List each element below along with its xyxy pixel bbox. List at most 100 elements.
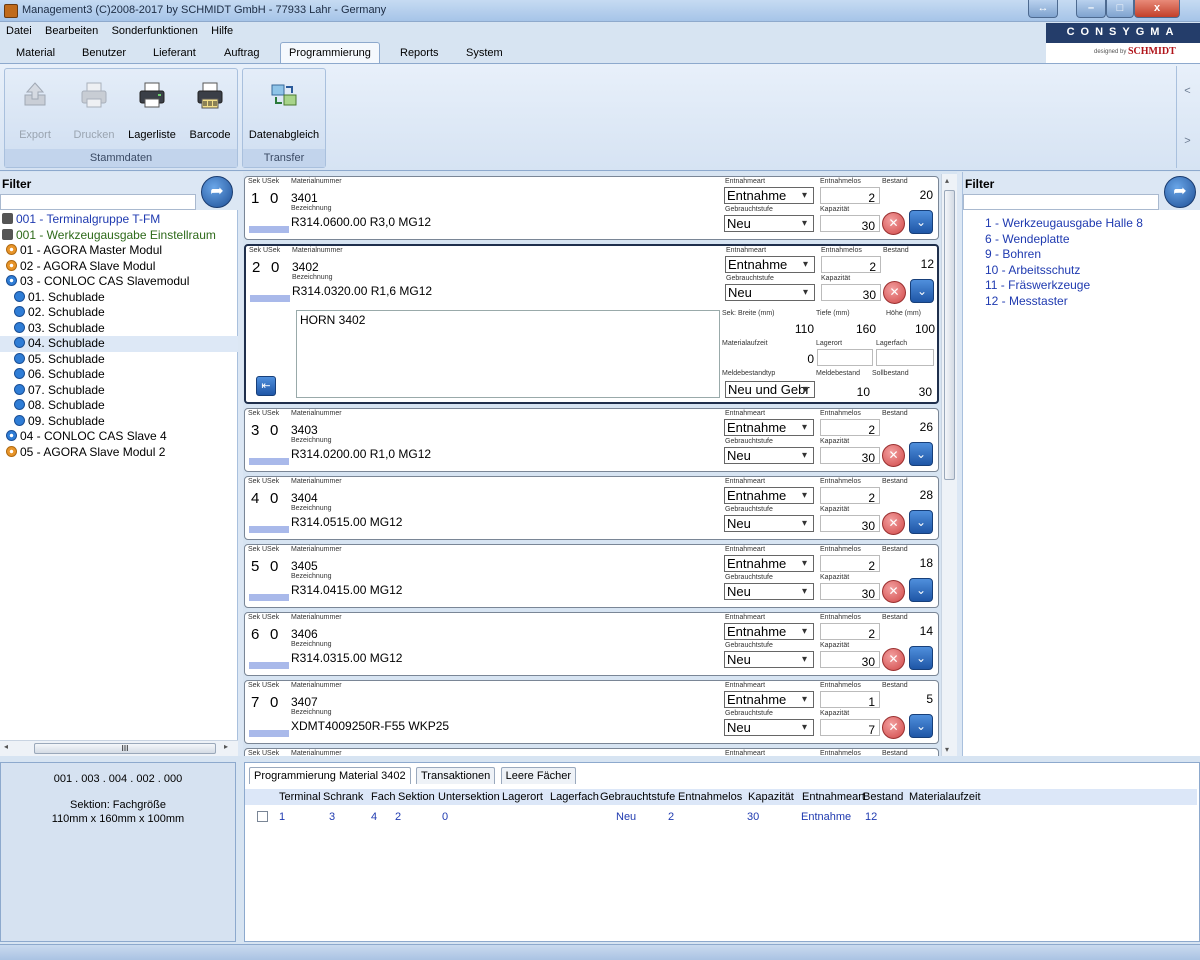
- column-header[interactable]: Fach: [371, 789, 395, 805]
- tree-node[interactable]: 04. Schublade: [0, 336, 238, 352]
- tree-node[interactable]: 03 - CONLOC CAS Slavemodul: [0, 274, 238, 290]
- gebrauchtstufe-select[interactable]: Neu: [724, 651, 814, 668]
- scroll-thumb[interactable]: III: [34, 743, 216, 754]
- expand-button[interactable]: ⌄: [909, 714, 933, 738]
- delete-button[interactable]: ✕: [882, 212, 905, 235]
- lagerliste-button[interactable]: Lagerliste: [123, 71, 181, 149]
- category-item[interactable]: 11 - Fräswerkzeuge: [985, 278, 1143, 294]
- column-header[interactable]: Untersektion: [438, 789, 500, 805]
- column-header[interactable]: Kapazität: [748, 789, 794, 805]
- expand-button[interactable]: ⌄: [909, 442, 933, 466]
- menu-sonderfunktionen[interactable]: Sonderfunktionen: [106, 23, 202, 37]
- scroll-up-arrow-icon[interactable]: ▴: [945, 176, 949, 185]
- delete-button[interactable]: ✕: [882, 444, 905, 467]
- scroll-left-arrow-icon[interactable]: ◂: [4, 742, 8, 751]
- column-header[interactable]: Sektion: [398, 789, 435, 805]
- category-item[interactable]: 10 - Arbeitsschutz: [985, 263, 1143, 279]
- material-card[interactable]: Sek USek Materialnummer Entnahmeart Entnahme…: [244, 176, 939, 240]
- close-button[interactable]: x: [1134, 0, 1180, 18]
- bezeichnung-value[interactable]: R314.0600.00 R3,0 MG12: [291, 215, 431, 229]
- column-header[interactable]: Bestand: [863, 789, 903, 805]
- bezeichnung-value[interactable]: R314.0415.00 MG12: [291, 583, 402, 597]
- bezeichnung-value[interactable]: R314.0315.00 MG12: [291, 651, 402, 665]
- expand-button[interactable]: ⌄: [909, 210, 933, 234]
- left-filter-go-button[interactable]: ➦: [201, 176, 233, 208]
- tree-node[interactable]: 001 - Terminalgruppe T-FM: [0, 212, 238, 228]
- entnahmeart-select[interactable]: Entnahme: [724, 419, 814, 436]
- tab-benutzer[interactable]: Benutzer: [74, 45, 134, 61]
- tree-node[interactable]: 001 - Werkzeugausgabe Einstellraum: [0, 228, 238, 244]
- tree-node[interactable]: 01 - AGORA Master Modul: [0, 243, 238, 259]
- entnahmeart-select[interactable]: Entnahme: [724, 623, 814, 640]
- sollbestand-value[interactable]: 30: [880, 385, 932, 399]
- tab-material[interactable]: Material: [8, 45, 63, 61]
- scroll-thumb[interactable]: [944, 190, 955, 480]
- ribbon-scroll-left[interactable]: <: [1177, 66, 1198, 116]
- menu-hilfe[interactable]: Hilfe: [205, 23, 237, 37]
- tree-node[interactable]: 02. Schublade: [0, 305, 238, 321]
- gebrauchtstufe-select[interactable]: Neu: [724, 719, 814, 736]
- column-header[interactable]: Gebrauchtstufe: [600, 789, 675, 805]
- hoehe-value[interactable]: 100: [886, 322, 935, 336]
- lagerort-field[interactable]: [817, 349, 873, 366]
- tree-node[interactable]: 03. Schublade: [0, 321, 238, 337]
- gebrauchtstufe-select[interactable]: Neu: [724, 583, 814, 600]
- materialnummer-value[interactable]: 3401: [291, 191, 318, 205]
- entnahmeart-select[interactable]: Entnahme: [724, 691, 814, 708]
- entnahmeart-select[interactable]: Entnahme: [725, 256, 815, 273]
- bezeichnung-value[interactable]: R314.0200.00 R1,0 MG12: [291, 447, 431, 461]
- material-card[interactable]: Sek USek Materialnummer Entnahmeart Entnahme…: [244, 244, 939, 404]
- maximize-button[interactable]: □: [1106, 0, 1134, 18]
- category-item[interactable]: 9 - Bohren: [985, 247, 1143, 263]
- material-card[interactable]: Sek USek Materialnummer Entnahmeart Entnahme…: [244, 476, 939, 540]
- collapse-button[interactable]: ⇤: [256, 376, 276, 396]
- expand-button[interactable]: ⌄: [909, 646, 933, 670]
- materialaufzeit-value[interactable]: 0: [766, 352, 814, 366]
- menu-bearbeiten[interactable]: Bearbeiten: [39, 23, 102, 37]
- expand-button[interactable]: ⌄: [909, 578, 933, 602]
- materialnummer-value[interactable]: 3402: [292, 260, 319, 274]
- tab-auftrag[interactable]: Auftrag: [216, 45, 267, 61]
- tab-leere-faecher[interactable]: Leere Fächer: [500, 767, 577, 784]
- tree-node[interactable]: 06. Schublade: [0, 367, 238, 383]
- delete-button[interactable]: ✕: [883, 281, 906, 304]
- column-header[interactable]: Entnahmeart: [802, 789, 865, 805]
- material-card[interactable]: Sek USek Materialnummer Entnahmeart Entnahme…: [244, 680, 939, 744]
- gebrauchtstufe-select[interactable]: Neu: [724, 447, 814, 464]
- menu-datei[interactable]: Datei: [0, 23, 36, 37]
- expand-button[interactable]: ⌄: [909, 510, 933, 534]
- barcode-button[interactable]: Barcode: [183, 71, 237, 149]
- materialnummer-value[interactable]: 3404: [291, 491, 318, 505]
- material-card[interactable]: Sek USek Materialnummer Entnahmeart Entnahme…: [244, 544, 939, 608]
- tab-lieferant[interactable]: Lieferant: [145, 45, 204, 61]
- materialnummer-value[interactable]: 3405: [291, 559, 318, 573]
- materialnummer-value[interactable]: 3407: [291, 695, 318, 709]
- tree-node[interactable]: 07. Schublade: [0, 383, 238, 399]
- column-header[interactable]: Materialaufzeit: [909, 789, 981, 805]
- lagerfach-field[interactable]: [876, 349, 934, 366]
- drucken-button[interactable]: Drucken: [67, 71, 121, 149]
- delete-button[interactable]: ✕: [882, 580, 905, 603]
- breite-value[interactable]: 110: [766, 322, 814, 336]
- right-filter-go-button[interactable]: ➦: [1164, 176, 1196, 208]
- note-field[interactable]: HORN 3402: [296, 310, 720, 398]
- bezeichnung-value[interactable]: R314.0320.00 R1,6 MG12: [292, 284, 432, 298]
- tree-node[interactable]: 02 - AGORA Slave Modul: [0, 259, 238, 275]
- category-item[interactable]: 12 - Messtaster: [985, 294, 1143, 310]
- tab-programmierung[interactable]: Programmierung: [280, 42, 380, 64]
- column-header[interactable]: Lagerfach: [550, 789, 599, 805]
- minimize-button[interactable]: –: [1076, 0, 1106, 18]
- materialnummer-value[interactable]: 3403: [291, 423, 318, 437]
- row-checkbox[interactable]: [257, 811, 268, 822]
- center-vertical-scrollbar[interactable]: ▴ ▾: [941, 174, 957, 756]
- export-button[interactable]: Export: [7, 71, 63, 149]
- tree-node[interactable]: 05 - AGORA Slave Modul 2: [0, 445, 238, 461]
- column-header[interactable]: Lagerort: [502, 789, 543, 805]
- delete-button[interactable]: ✕: [882, 648, 905, 671]
- left-horizontal-scrollbar[interactable]: ◂ III ▸: [0, 740, 238, 756]
- tree-node[interactable]: 04 - CONLOC CAS Slave 4: [0, 429, 238, 445]
- delete-button[interactable]: ✕: [882, 716, 905, 739]
- scroll-down-arrow-icon[interactable]: ▾: [945, 745, 949, 754]
- tab-programmierung-material[interactable]: Programmierung Material 3402: [249, 767, 411, 784]
- column-header[interactable]: Terminal: [279, 789, 321, 805]
